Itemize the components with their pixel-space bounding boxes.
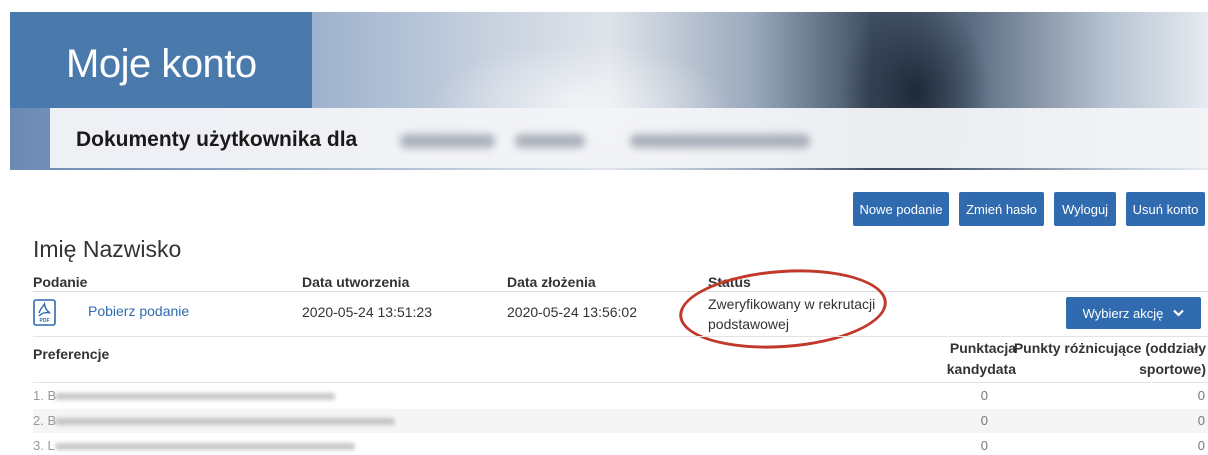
preference-name: 1. B xyxy=(33,388,57,403)
points-header: Punktacja kandydata xyxy=(947,338,1016,380)
choose-action-button[interactable]: Wybierz akcję xyxy=(1066,297,1201,329)
redacted-text xyxy=(515,134,585,148)
redacted-text xyxy=(400,134,495,148)
logout-button[interactable]: Wyloguj xyxy=(1054,192,1116,226)
chevron-down-icon xyxy=(1173,309,1185,317)
diff-header-line1: Punkty różnicujące (oddziały xyxy=(1013,340,1206,356)
submitted-date: 2020-05-24 13:56:02 xyxy=(507,304,637,320)
preference-points: 0 xyxy=(980,388,988,403)
preference-diff-points: 0 xyxy=(1197,438,1205,453)
divider xyxy=(33,336,1208,337)
preference-row: 1. B 0 0 xyxy=(33,384,1208,408)
points-header-line2: kandydata xyxy=(946,361,1016,377)
column-header-submitted: Data złożenia xyxy=(507,274,596,290)
subtitle-bar: Dokumenty użytkownika dla xyxy=(50,108,1208,168)
redacted-text xyxy=(630,134,810,148)
points-header-line1: Punktacja xyxy=(949,340,1016,356)
preference-row: 3. L 0 0 xyxy=(33,434,1208,455)
column-header-application: Podanie xyxy=(33,274,88,290)
new-application-button[interactable]: Nowe podanie xyxy=(853,192,949,226)
diff-points-header: Punkty różnicujące (oddziały sportowe) xyxy=(1014,338,1206,380)
preference-points: 0 xyxy=(980,413,988,428)
redacted-text xyxy=(55,393,335,400)
divider xyxy=(33,291,1208,292)
divider xyxy=(33,382,1208,383)
page-subtitle: Dokumenty użytkownika dla xyxy=(76,128,358,151)
pdf-icon[interactable]: PDF xyxy=(33,299,56,326)
preference-name: 2. B xyxy=(33,413,57,428)
preference-points: 0 xyxy=(980,438,988,453)
page-title: Moje konto xyxy=(66,42,257,86)
column-header-created: Data utworzenia xyxy=(302,274,410,290)
preference-name: 3. L xyxy=(33,438,55,453)
diff-header-line2: sportowe) xyxy=(1139,361,1206,377)
redacted-text xyxy=(55,418,395,425)
preference-diff-points: 0 xyxy=(1197,413,1205,428)
created-date: 2020-05-24 13:51:23 xyxy=(302,304,432,320)
preference-row: 2. B 0 0 xyxy=(33,409,1208,433)
change-password-button[interactable]: Zmień hasło xyxy=(959,192,1044,226)
svg-text:PDF: PDF xyxy=(40,318,50,324)
redacted-text xyxy=(55,443,355,450)
preference-diff-points: 0 xyxy=(1197,388,1205,403)
download-application-link[interactable]: Pobierz podanie xyxy=(88,303,189,319)
user-name: Imię Nazwisko xyxy=(33,236,182,262)
title-box: Moje konto xyxy=(10,12,312,108)
choose-action-label: Wybierz akcję xyxy=(1082,305,1164,321)
page-banner: Moje konto Dokumenty użytkownika dla xyxy=(10,12,1208,170)
delete-account-button[interactable]: Usuń konto xyxy=(1126,192,1205,226)
preferences-header: Preferencje xyxy=(33,346,110,362)
